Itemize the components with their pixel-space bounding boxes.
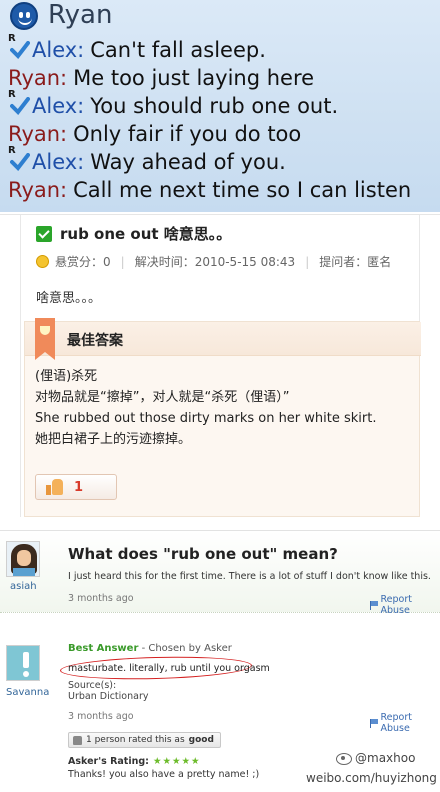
flag-icon: [370, 600, 379, 610]
chat-message: R Alex: Way ahead of you.: [8, 145, 286, 178]
chat-sender: Alex:: [32, 38, 85, 62]
weibo-logo-icon: [336, 752, 352, 765]
sources-value: Urban Dictionary: [68, 691, 149, 702]
chat-message: R Alex: You should rub one out.: [8, 89, 339, 122]
rating-prefix: 1 person rated this as: [86, 735, 185, 745]
smiley-icon: [10, 2, 38, 30]
question-timestamp: 3 months ago: [68, 593, 134, 604]
question-title: What does "rub one out" mean?: [68, 545, 338, 563]
answer-line: 对物品就是“擦掉”，对人就是“杀死（俚语）”: [35, 390, 290, 405]
weibo-watermark-url: weibo.com/huyizhong: [306, 771, 437, 785]
report-abuse-link[interactable]: Report Abuse: [370, 712, 440, 734]
chat-sender: Alex:: [32, 94, 85, 118]
yahoo-answers-panel: asiah What does "rub one out" mean? I ju…: [0, 530, 440, 792]
chat-text: You should rub one out.: [90, 94, 339, 118]
answer-line: She rubbed out those dirty marks on her …: [35, 411, 377, 426]
answer-line: (俚语)杀死: [35, 369, 98, 384]
question-meta: 悬赏分：0 | 解决时间：2010-5-15 08:43 | 提问者：匿名: [36, 253, 391, 270]
weibo-watermark-handle: @maxhoo: [336, 751, 415, 765]
chat-sender: Alex:: [32, 150, 85, 174]
verified-check-icon: R: [8, 89, 30, 115]
chat-message: Ryan: Call me next time so I can listen: [8, 178, 411, 206]
chat-message: R Alex: Can't fall asleep.: [8, 33, 266, 66]
best-answer-label: 最佳答案: [67, 333, 123, 349]
chat-panel: Ryan R Alex: Can't fall asleep. Ryan: Me to…: [0, 0, 440, 212]
question-details: I just heard this for the first time. Th…: [68, 571, 431, 582]
answer-text: masturbate. literally, rub until you org…: [68, 663, 270, 674]
question-title-text[interactable]: rub one out 啥意思。。: [60, 223, 231, 244]
asker-rating: Asker's Rating: ★★★★★: [68, 756, 201, 767]
rating-stars: ★★★★★: [152, 756, 201, 767]
meta-divider: |: [305, 254, 310, 269]
asker-comment: Thanks! you also have a pretty name! ;): [68, 769, 260, 780]
best-answer-content: (俚语)杀死 对物品就是“擦掉”，对人就是“杀死（俚语）” She rubbed…: [35, 366, 377, 450]
question-area: asiah What does "rub one out" mean? I ju…: [0, 531, 440, 616]
trophy-ribbon-icon: [35, 318, 55, 360]
verified-check-icon: R: [8, 145, 30, 171]
best-answer-header: 最佳答案: [25, 318, 421, 360]
thumbs-up-icon: [73, 735, 82, 745]
rating-value: good: [188, 735, 214, 745]
meta-divider: |: [120, 254, 125, 269]
chat-contact-name: Ryan: [48, 0, 113, 30]
question-title: rub one out 啥意思。。: [36, 223, 231, 244]
solved-time: 解决时间：2010-5-15 08:43: [134, 255, 296, 269]
chat-sender: Ryan:: [8, 122, 68, 146]
asker-name: 提问者：匿名: [319, 255, 392, 269]
chat-sender: Ryan:: [8, 66, 68, 90]
sources-label: Source(s):: [68, 680, 117, 691]
chosen-by: - Chosen by Asker: [138, 643, 232, 654]
chat-message: Ryan: Me too just laying here: [8, 66, 314, 94]
asker-username[interactable]: asiah: [10, 581, 37, 592]
best-answer-box: 最佳答案 (俚语)杀死 对物品就是“擦掉”，对人就是“杀死（俚语）” She r…: [24, 318, 421, 517]
like-count: 1: [74, 479, 84, 495]
best-answer-header: Best Answer - Chosen by Asker: [68, 643, 232, 654]
like-button[interactable]: 1: [35, 474, 117, 500]
rating-button[interactable]: 1 person rated this as good: [68, 732, 221, 748]
avatar[interactable]: [6, 645, 40, 681]
thumbs-up-icon: [46, 479, 64, 495]
question-body: 啥意思。。。: [36, 291, 102, 306]
best-answer-label: Best Answer: [68, 643, 139, 654]
avatar[interactable]: [6, 541, 40, 577]
chat-text: Only fair if you do too: [73, 122, 302, 146]
baidu-qa-panel: rub one out 啥意思。。 悬赏分：0 | 解决时间：2010-5-15…: [0, 214, 440, 517]
chat-message: Ryan: Only fair if you do too: [8, 122, 301, 150]
chat-sender: Ryan:: [8, 178, 68, 202]
verified-check-icon: R: [8, 33, 30, 59]
coin-icon: [36, 255, 49, 268]
report-abuse-link[interactable]: Report Abuse: [370, 594, 440, 616]
answer-timestamp: 3 months ago: [68, 711, 134, 722]
answerer-username[interactable]: Savanna: [6, 687, 49, 698]
answer-line: 她把白裙子上的污迹擦掉。: [35, 432, 192, 447]
chat-text: Me too just laying here: [73, 66, 315, 90]
chat-text: Way ahead of you.: [90, 150, 286, 174]
asker-rating-label: Asker's Rating:: [68, 756, 149, 767]
chat-text: Call me next time so I can listen: [73, 178, 412, 202]
solved-check-icon: [36, 225, 52, 242]
chat-header: Ryan: [0, 0, 440, 34]
chat-text: Can't fall asleep.: [90, 38, 266, 62]
flag-icon: [370, 718, 379, 728]
bounty-points: 悬赏分：0: [55, 255, 111, 269]
